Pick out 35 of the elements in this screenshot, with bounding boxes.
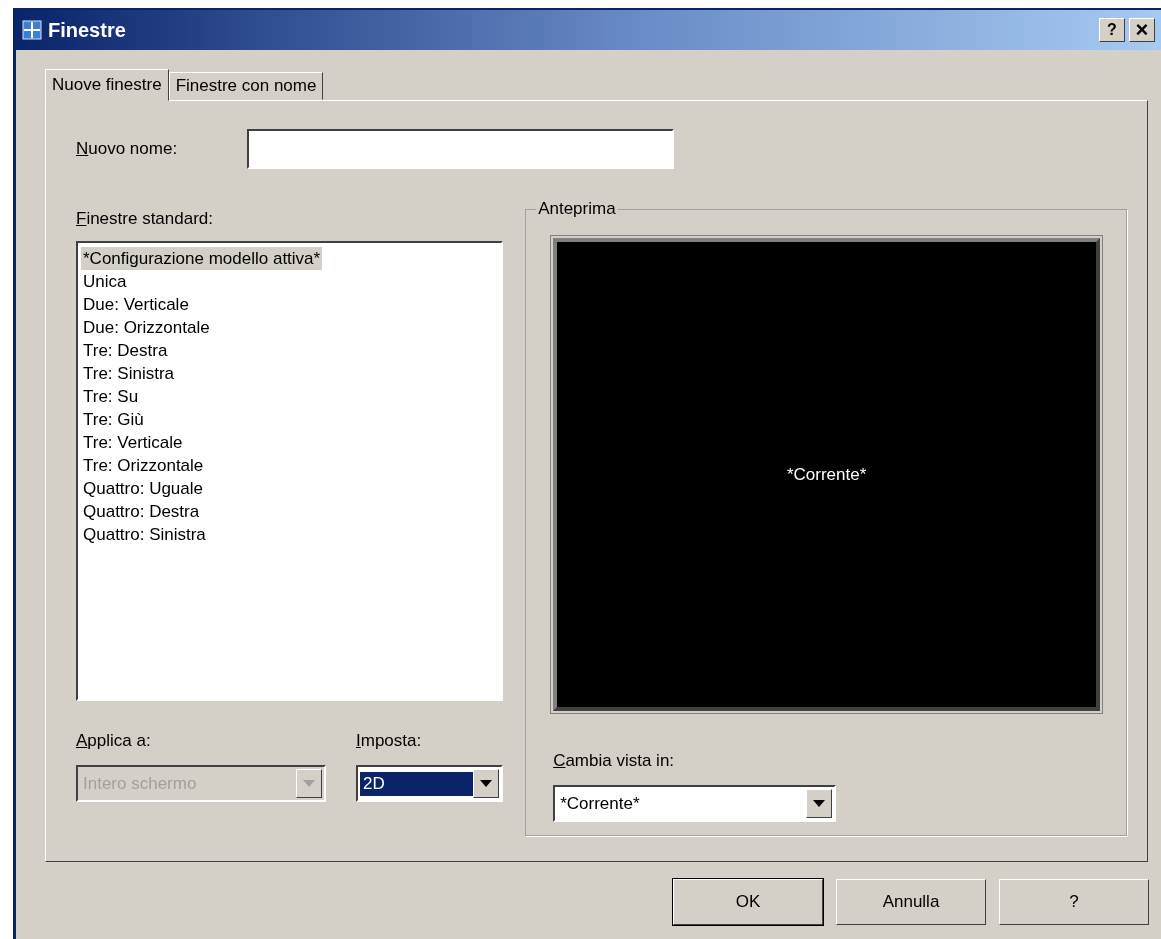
help-button[interactable]: ? [1099, 18, 1125, 42]
close-button[interactable]: × [1129, 18, 1155, 42]
group-title: Anteprima [536, 199, 618, 219]
field-label: Cambia vista in: [553, 751, 676, 771]
field-label: Imposta: [356, 731, 423, 751]
list-item[interactable]: Due: Orizzontale [81, 316, 212, 339]
list-item[interactable]: Tre: Destra [81, 339, 170, 362]
dialog-button[interactable]: OK [673, 879, 823, 925]
field-label: Applica a: [76, 731, 152, 751]
dropdown-value: *Corrente* [559, 792, 641, 815]
dropdown[interactable]: *Corrente* [553, 785, 837, 822]
tab[interactable]: Finestre con nome [168, 72, 324, 100]
list-item[interactable]: Quattro: Uguale [81, 477, 205, 500]
dialog-button[interactable]: Annulla [836, 879, 986, 925]
name-input-field[interactable] [247, 129, 675, 169]
list-item[interactable]: Quattro: Sinistra [81, 523, 208, 546]
list-item[interactable]: Unica [81, 270, 129, 293]
tab[interactable]: Nuove finestre [45, 69, 169, 101]
list-item[interactable]: Tre: Giù [81, 408, 146, 431]
dropdown-value: 2D [360, 771, 473, 796]
list-item[interactable]: Quattro: Destra [81, 500, 202, 523]
dropdown[interactable]: 2D [356, 765, 503, 802]
dialog-button[interactable]: ? [999, 879, 1149, 925]
list-item[interactable]: *Configurazione modello attiva* [81, 247, 323, 270]
list-item[interactable]: Tre: Orizzontale [81, 454, 206, 477]
preview-caption: *Corrente* [786, 464, 867, 485]
layout-list[interactable]: *Configurazione modello attiva* Unica Due: Verticale Due: Orizzontale Tre: Destra Tre: Sinistra Tre: Su Tre: Giù Tre: Verticale Tre: Orizzontale Quattro: Uguale Quattro: Destra Quattro: Sinistra [76, 241, 504, 701]
list-label: Finestre standard: [76, 209, 215, 229]
field-label: Nuovo nome: [76, 139, 178, 159]
window-title: Finestre [48, 18, 127, 42]
list-item[interactable]: Tre: Verticale [81, 431, 185, 454]
list-item[interactable]: Tre: Su [81, 385, 141, 408]
list-item[interactable]: Due: Verticale [81, 293, 191, 316]
window-grid-icon [22, 20, 42, 40]
list-item[interactable]: Tre: Sinistra [81, 362, 176, 385]
